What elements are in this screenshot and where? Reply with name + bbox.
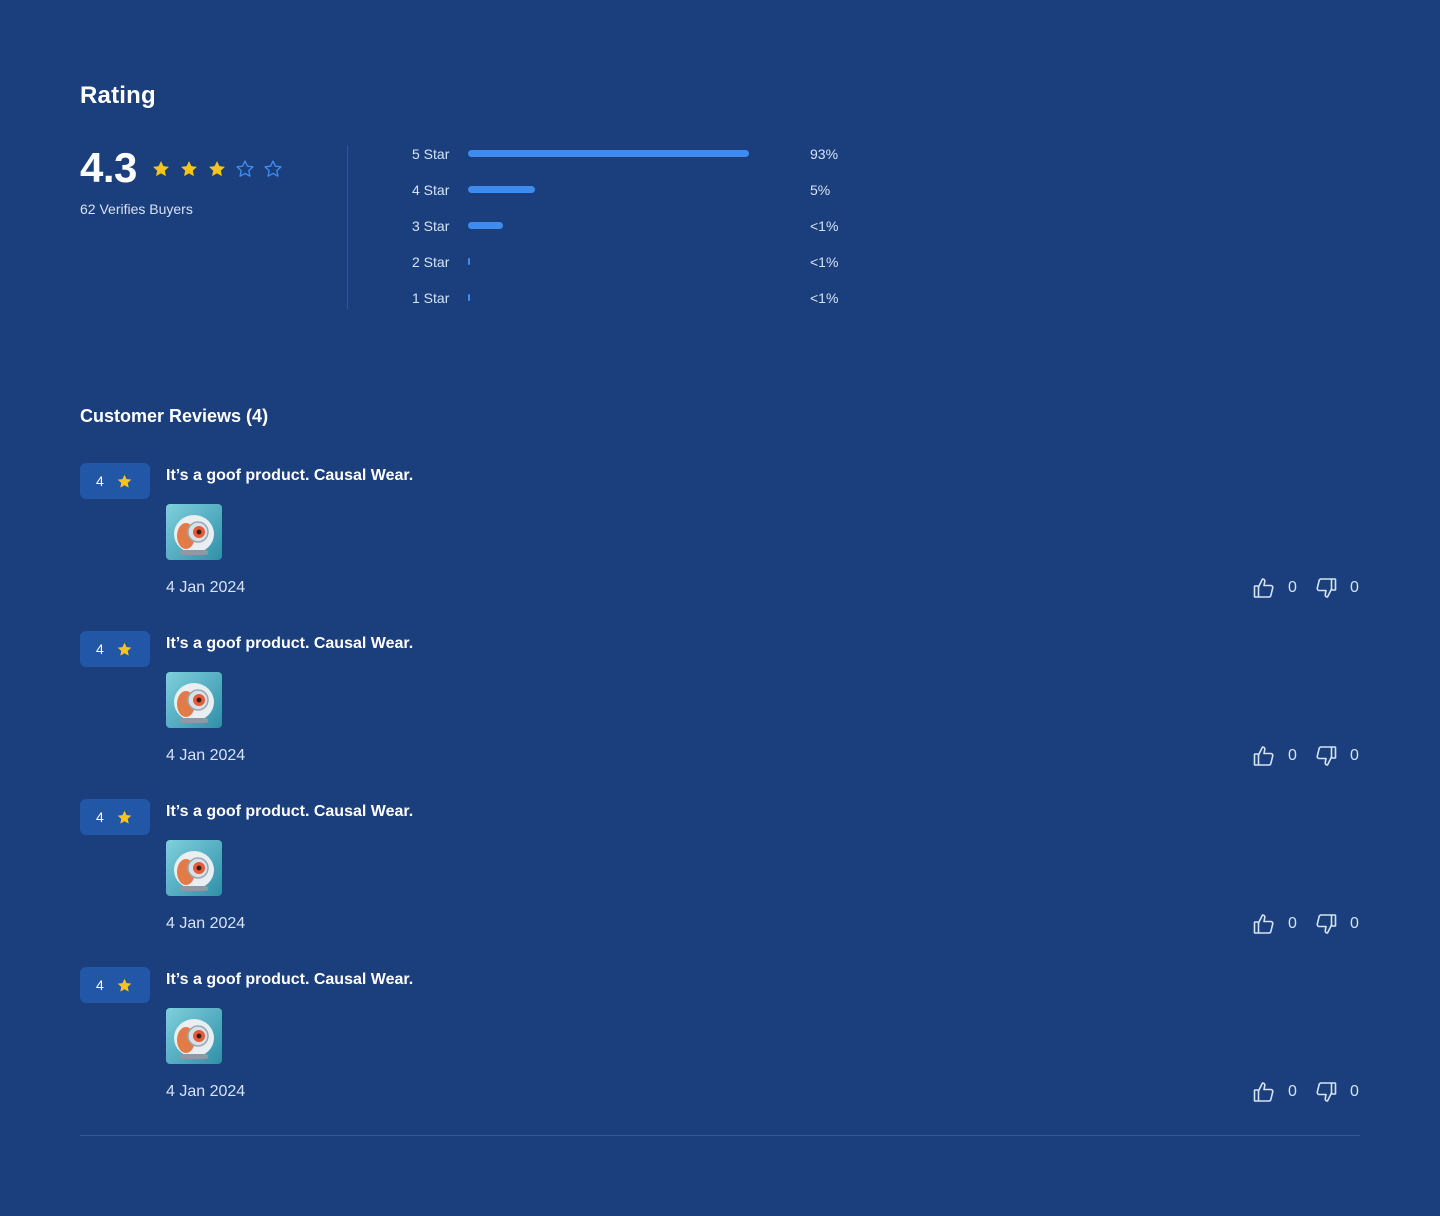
review-image-thumbnail[interactable] xyxy=(166,840,222,896)
review-votes: 0 0 xyxy=(1252,744,1360,768)
verified-buyers-count: 62 Verifies Buyers xyxy=(80,201,193,217)
distribution-bar-fill xyxy=(468,150,750,157)
distribution-label: 3 Star xyxy=(412,218,450,234)
distribution-bar-track xyxy=(468,222,758,229)
distribution-percent: <1% xyxy=(810,254,839,270)
dislike-button[interactable]: 0 xyxy=(1314,744,1360,768)
reviews-section-title: Customer Reviews (4) xyxy=(80,406,269,426)
star-outline-icon xyxy=(231,158,259,180)
vertical-divider xyxy=(347,145,348,309)
review-rating-badge: 4 xyxy=(80,799,150,835)
review-date: 4 Jan 2024 xyxy=(166,1083,246,1100)
distribution-row-5: 5 Star 93% xyxy=(412,144,872,180)
distribution-percent: 5% xyxy=(810,182,831,198)
review-rating-value: 4 xyxy=(96,977,104,993)
dislike-count: 0 xyxy=(1350,579,1359,596)
dislike-button[interactable]: 0 xyxy=(1314,912,1360,936)
like-count: 0 xyxy=(1288,1083,1297,1100)
review-item: 4 It’s a goof product. Causal Wear. 4 Ja… xyxy=(80,631,1360,799)
distribution-row-4: 4 Star 5% xyxy=(412,180,872,216)
distribution-label: 4 Star xyxy=(412,182,450,198)
thumbs-up-icon xyxy=(1252,576,1276,600)
star-filled-icon xyxy=(116,641,133,658)
review-text: It’s a goof product. Causal Wear. xyxy=(166,971,414,988)
review-image-thumbnail[interactable] xyxy=(166,1008,222,1064)
review-item: 4 It’s a goof product. Causal Wear. 4 Ja… xyxy=(80,967,1360,1135)
like-count: 0 xyxy=(1288,915,1297,932)
review-votes: 0 0 xyxy=(1252,912,1360,936)
thumbs-down-icon xyxy=(1314,576,1338,600)
reviews-list: 4 It’s a goof product. Causal Wear. 4 Ja… xyxy=(80,463,1360,1135)
star-filled-icon xyxy=(116,809,133,826)
review-image-thumbnail[interactable] xyxy=(166,672,222,728)
review-item: 4 It’s a goof product. Causal Wear. 4 Ja… xyxy=(80,463,1360,631)
rating-summary: 4.3 62 Verifies Buyers xyxy=(80,145,287,217)
distribution-row-3: 3 Star <1% xyxy=(412,216,872,252)
thumbs-down-icon xyxy=(1314,744,1338,768)
thumbs-down-icon xyxy=(1314,912,1338,936)
bottom-divider xyxy=(80,1135,1360,1136)
distribution-bar-fill xyxy=(468,186,535,193)
distribution-label: 5 Star xyxy=(412,146,450,162)
distribution-percent: <1% xyxy=(810,290,839,306)
thumbs-up-icon xyxy=(1252,912,1276,936)
distribution-bar-track xyxy=(468,150,758,157)
like-button[interactable]: 0 xyxy=(1252,576,1298,600)
dislike-button[interactable]: 0 xyxy=(1314,576,1360,600)
star-filled-icon xyxy=(175,158,203,180)
distribution-label: 2 Star xyxy=(412,254,450,270)
dislike-count: 0 xyxy=(1350,1083,1359,1100)
review-rating-value: 4 xyxy=(96,809,104,825)
star-filled-icon xyxy=(203,158,231,180)
like-button[interactable]: 0 xyxy=(1252,1080,1298,1104)
review-item: 4 It’s a goof product. Causal Wear. 4 Ja… xyxy=(80,799,1360,967)
review-text: It’s a goof product. Causal Wear. xyxy=(166,803,414,820)
review-rating-badge: 4 xyxy=(80,463,150,499)
thumbs-up-icon xyxy=(1252,1080,1276,1104)
review-image-thumbnail[interactable] xyxy=(166,504,222,560)
like-button[interactable]: 0 xyxy=(1252,912,1298,936)
dislike-count: 0 xyxy=(1350,747,1359,764)
review-rating-value: 4 xyxy=(96,641,104,657)
dislike-button[interactable]: 0 xyxy=(1314,1080,1360,1104)
distribution-bar-fill xyxy=(468,258,470,265)
distribution-bar-track xyxy=(468,186,758,193)
distribution-bar-track xyxy=(468,258,758,265)
star-outline-icon xyxy=(259,158,287,180)
review-rating-badge: 4 xyxy=(80,967,150,1003)
thumbs-up-icon xyxy=(1252,744,1276,768)
review-rating-value: 4 xyxy=(96,473,104,489)
review-date: 4 Jan 2024 xyxy=(166,579,246,596)
distribution-bar-fill xyxy=(468,222,503,229)
like-count: 0 xyxy=(1288,747,1297,764)
rating-title: Rating xyxy=(80,82,156,109)
distribution-percent: 93% xyxy=(810,146,839,162)
review-rating-badge: 4 xyxy=(80,631,150,667)
like-count: 0 xyxy=(1288,579,1297,596)
rating-distribution: 5 Star 93% 4 Star 5% 3 Star <1% 2 Star <… xyxy=(412,144,872,324)
review-text: It’s a goof product. Causal Wear. xyxy=(166,467,414,484)
score-stars xyxy=(147,158,287,180)
review-votes: 0 0 xyxy=(1252,1080,1360,1104)
distribution-bar-track xyxy=(468,294,758,301)
distribution-row-2: 2 Star <1% xyxy=(412,252,872,288)
star-filled-icon xyxy=(147,158,175,180)
distribution-label: 1 Star xyxy=(412,290,450,306)
distribution-percent: <1% xyxy=(810,218,839,234)
review-date: 4 Jan 2024 xyxy=(166,915,246,932)
distribution-bar-fill xyxy=(468,294,470,301)
review-text: It’s a goof product. Causal Wear. xyxy=(166,635,414,652)
distribution-row-1: 1 Star <1% xyxy=(412,288,872,324)
review-date: 4 Jan 2024 xyxy=(166,747,246,764)
like-button[interactable]: 0 xyxy=(1252,744,1298,768)
thumbs-down-icon xyxy=(1314,1080,1338,1104)
dislike-count: 0 xyxy=(1350,915,1359,932)
review-votes: 0 0 xyxy=(1252,576,1360,600)
average-score: 4.3 xyxy=(80,144,137,191)
star-filled-icon xyxy=(116,473,133,490)
star-filled-icon xyxy=(116,977,133,994)
